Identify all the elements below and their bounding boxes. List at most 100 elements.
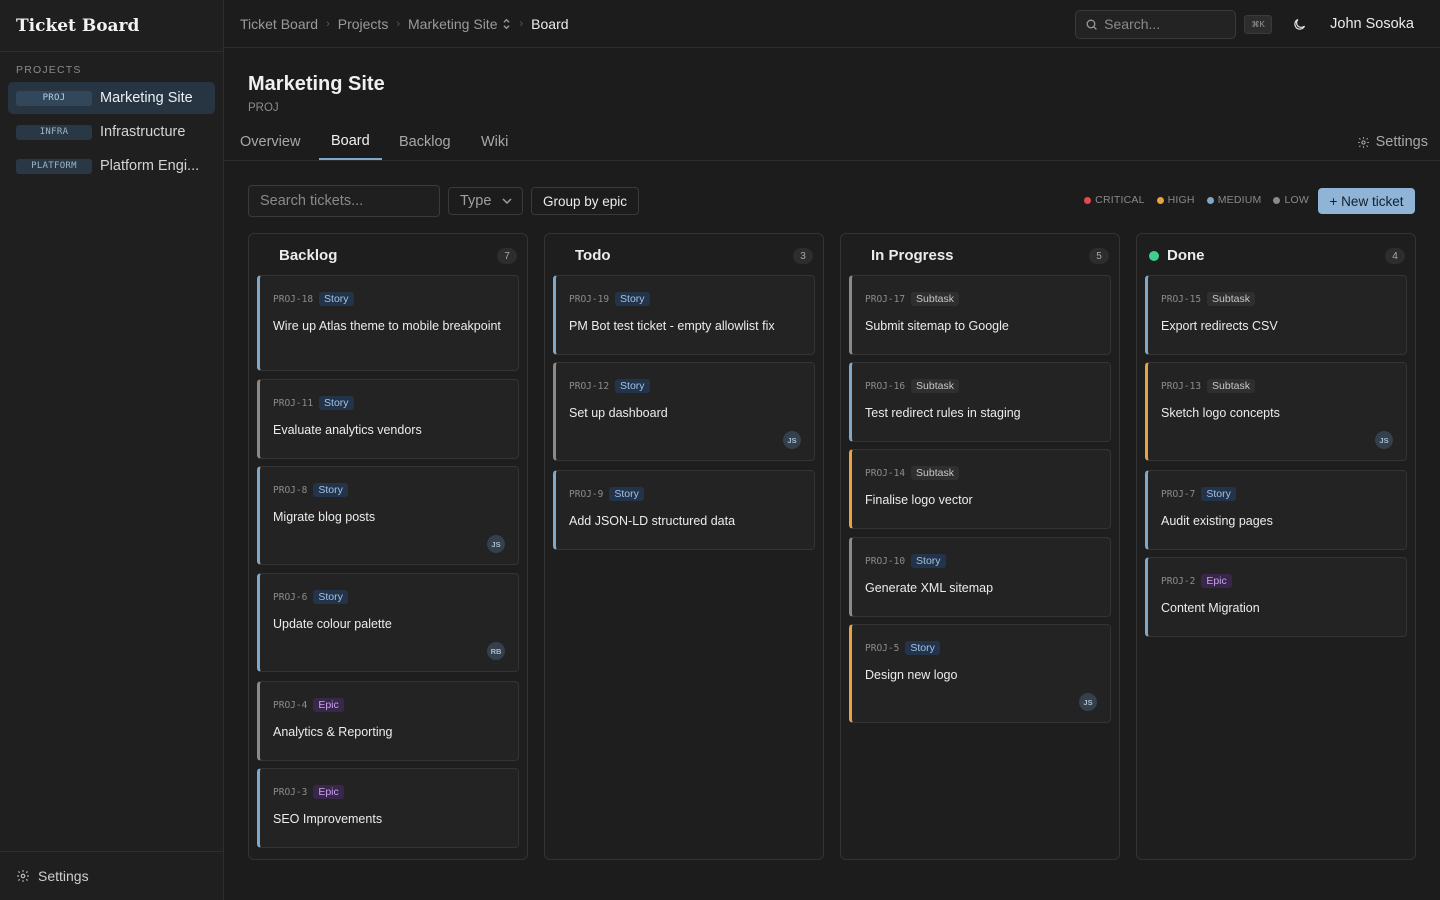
group-by-epic-button[interactable]: Group by epic [531,187,639,215]
chevron-right-icon: › [519,17,524,30]
ticket-meta: PROJ-9 Story [569,487,644,501]
ticket-meta: PROJ-17 Subtask [865,292,959,306]
sidebar-item-label: Infrastructure [100,124,186,140]
dot-icon [1206,196,1214,204]
ticket-title: Wire up Atlas theme to mobile breakpoint [273,319,501,333]
ticket-meta: PROJ-16 Subtask [865,379,959,393]
column-count-badge: 5 [1089,248,1109,264]
ticket-id: PROJ-15 [1161,293,1202,305]
ticket-card[interactable]: PROJ-5 Story Design new logo JS [849,624,1111,723]
assignee-avatar[interactable]: JS [487,535,505,553]
ticket-meta: PROJ-8 Story [273,483,348,497]
ticket-meta: PROJ-12 Story [569,379,650,393]
ticket-id: PROJ-7 [1161,488,1196,500]
ticket-card[interactable]: PROJ-18 Story Wire up Atlas theme to mobil… [257,275,519,371]
dot-icon [1156,196,1164,204]
breadcrumb-projects[interactable]: Projects [338,16,389,32]
new-ticket-button[interactable]: + New ticket [1318,188,1415,214]
sidebar-item-infrastructure[interactable]: INFRA Infrastructure [8,116,215,148]
assignee-avatar[interactable]: JS [783,431,801,449]
ticket-card[interactable]: PROJ-2 Epic Content Migration [1145,557,1407,637]
ticket-card[interactable]: PROJ-3 Epic SEO Improvements [257,768,519,848]
ticket-card[interactable]: PROJ-11 Story Evaluate analytics vendors [257,379,519,459]
ticket-type-badge: Story [319,292,354,306]
project-key-badge: INFRA [16,124,92,140]
ticket-card[interactable]: PROJ-6 Story Update colour palette RB [257,573,519,672]
legend-medium: MEDIUM [1206,194,1262,206]
ticket-id: PROJ-18 [273,293,314,305]
ticket-card[interactable]: PROJ-8 Story Migrate blog posts JS [257,466,519,565]
ticket-card[interactable]: PROJ-13 Subtask Sketch logo concepts JS [1145,362,1407,461]
project-settings-button[interactable]: Settings [1357,124,1428,160]
ticket-meta: PROJ-15 Subtask [1161,292,1255,306]
assignee-avatar[interactable]: JS [1079,693,1097,711]
ticket-card[interactable]: PROJ-10 Story Generate XML sitemap [849,537,1111,617]
ticket-type-badge: Story [615,292,650,306]
ticket-title: Submit sitemap to Google [865,319,1009,333]
ticket-type-badge: Subtask [911,379,959,393]
ticket-meta: PROJ-14 Subtask [865,466,959,480]
global-search-input[interactable]: Search... [1075,9,1237,39]
sidebar-settings-button[interactable]: Settings [0,851,223,900]
ticket-card[interactable]: PROJ-4 Epic Analytics & Reporting [257,681,519,761]
ticket-type-badge: Epic [313,785,344,799]
top-right-actions: Search... ⌘K John Sosoka [1075,0,1440,48]
ticket-title: PM Bot test ticket - empty allowlist fix [569,319,775,333]
ticket-card[interactable]: PROJ-17 Subtask Submit sitemap to Google [849,275,1111,355]
ticket-meta: PROJ-19 Story [569,292,650,306]
ticket-type-badge: Story [1201,487,1236,501]
ticket-meta: PROJ-3 Epic [273,785,344,799]
ticket-meta: PROJ-4 Epic [273,698,344,712]
shortcut-hint: ⌘K [1244,14,1273,34]
ticket-title: Export redirects CSV [1161,319,1278,333]
legend-critical: CRITICAL [1084,194,1144,206]
column-header: Todo 3 [545,234,823,276]
ticket-title: Sketch logo concepts [1161,406,1280,420]
legend-high: HIGH [1156,194,1195,206]
ticket-type-badge: Subtask [911,466,959,480]
ticket-meta: PROJ-5 Story [865,641,940,655]
theme-toggle-button[interactable] [1288,13,1310,35]
chevrons-up-down-icon[interactable] [502,18,511,30]
legend-label: HIGH [1167,194,1195,206]
column-count-badge: 4 [1385,248,1405,264]
sidebar-item-marketing-site[interactable]: PROJ Marketing Site [8,82,215,114]
moon-icon [1293,18,1305,30]
ticket-id: PROJ-17 [865,293,906,305]
tab-overview[interactable]: Overview [228,124,312,160]
type-filter-select[interactable]: Type [448,187,523,215]
ticket-card[interactable]: PROJ-7 Story Audit existing pages [1145,470,1407,550]
ticket-card[interactable]: PROJ-14 Subtask Finalise logo vector [849,449,1111,529]
ticket-title: Update colour palette [273,617,392,631]
board-column-in-progress: In Progress 5 PROJ-17 Subtask Submit sitemap… [840,233,1120,860]
tab-backlog[interactable]: Backlog [387,124,463,160]
ticket-card[interactable]: PROJ-9 Story Add JSON-LD structured data [553,470,815,550]
gear-icon [17,870,29,882]
ticket-card[interactable]: PROJ-16 Subtask Test redirect rules in sta… [849,362,1111,442]
sidebar-item-platform[interactable]: PLATFORM Platform Engi... [8,150,215,182]
column-count-badge: 3 [793,248,813,264]
ticket-card[interactable]: PROJ-15 Subtask Export redirects CSV [1145,275,1407,355]
ticket-id: PROJ-13 [1161,380,1202,392]
legend-label: MEDIUM [1217,194,1262,206]
ticket-search-input[interactable] [248,185,440,217]
ticket-title: Add JSON-LD structured data [569,514,736,528]
breadcrumb-ticket-board[interactable]: Ticket Board [240,16,318,32]
projects-section: PROJECTS PROJ Marketing Site INFRA Infra… [0,52,223,182]
app-logo[interactable]: Ticket Board [0,0,223,52]
tab-board[interactable]: Board [319,124,382,160]
ticket-card[interactable]: PROJ-12 Story Set up dashboard JS [553,362,815,461]
settings-label: Settings [38,868,89,884]
ticket-card[interactable]: PROJ-19 Story PM Bot test ticket - empty a… [553,275,815,355]
settings-label: Settings [1375,134,1428,150]
user-menu[interactable]: John Sosoka [1330,16,1414,32]
ticket-type-badge: Story [313,590,348,604]
assignee-avatar[interactable]: JS [1375,431,1393,449]
legend-label: LOW [1284,194,1309,206]
column-header: Backlog 7 [249,234,527,276]
assignee-avatar[interactable]: RB [487,642,505,660]
tab-wiki[interactable]: Wiki [469,124,520,160]
breadcrumb-project-switcher[interactable]: Marketing Site [408,16,497,32]
sidebar-item-label: Marketing Site [100,90,193,106]
ticket-title: Generate XML sitemap [865,581,994,595]
